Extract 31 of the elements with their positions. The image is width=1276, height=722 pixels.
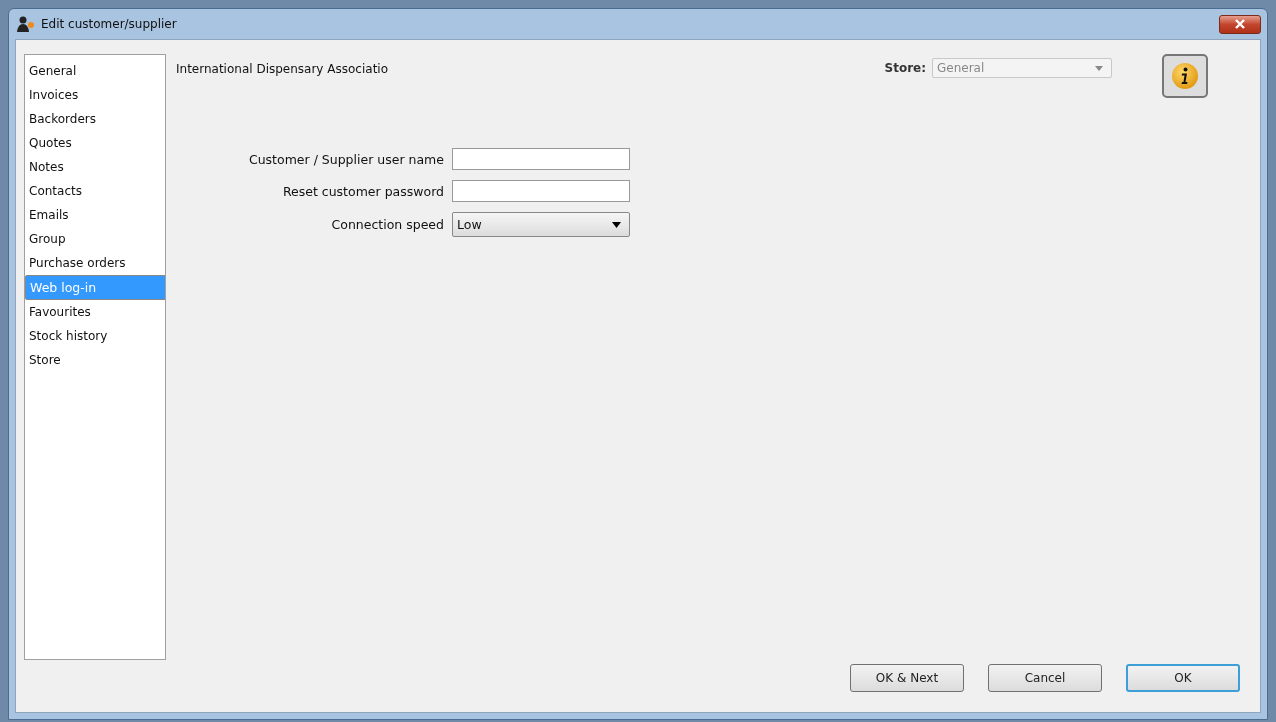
info-icon [1170,61,1200,91]
section-item[interactable]: Purchase orders [25,251,165,275]
speed-dropdown[interactable]: Low [452,212,630,237]
section-item[interactable]: Store [25,348,165,372]
section-item[interactable]: Emails [25,203,165,227]
dialog-button[interactable]: Cancel [988,664,1102,692]
dialog-button[interactable]: OK [1126,664,1240,692]
caret-icon [1095,65,1103,71]
section-item[interactable]: Backorders [25,107,165,131]
section-item[interactable]: Quotes [25,131,165,155]
field-label: Customer / Supplier user name [247,151,444,167]
store-label: Store: [884,61,926,75]
dialog-button[interactable]: OK & Next [850,664,964,692]
section-item[interactable]: Invoices [25,83,165,107]
close-icon [1234,19,1246,29]
section-item[interactable]: Group [25,227,165,251]
close-button[interactable] [1219,14,1261,34]
section-item[interactable]: Contacts [25,179,165,203]
section-item[interactable]: General [25,59,165,83]
input-field[interactable] [452,180,630,202]
input-field[interactable] [452,148,630,170]
section-item[interactable]: Favourites [25,300,165,324]
section-item[interactable]: Stock history [25,324,165,348]
section-item[interactable]: Notes [25,155,165,179]
window-title: Edit customer/supplier [41,17,177,31]
customer-name: International Dispensary Associatio [176,62,388,76]
info-button[interactable] [1162,54,1208,98]
field-label: Connection speed [330,217,444,232]
field-label: Reset customer password [281,183,444,199]
caret-icon [612,221,621,228]
person-icon [17,16,35,32]
